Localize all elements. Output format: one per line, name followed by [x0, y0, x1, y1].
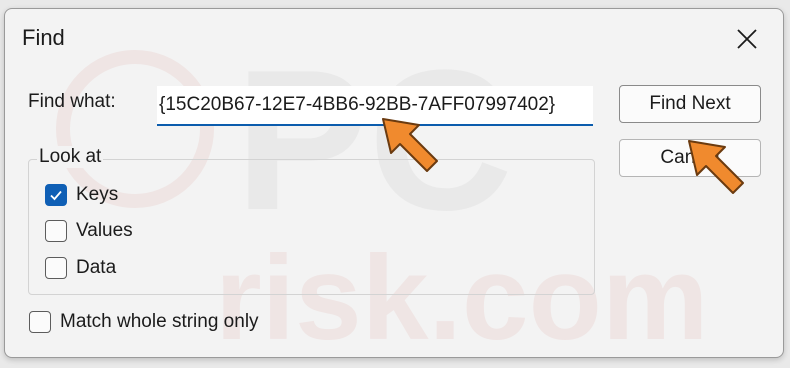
- values-checkbox[interactable]: [45, 220, 67, 242]
- find-what-label: Find what:: [28, 91, 116, 112]
- keys-checkbox[interactable]: [45, 184, 67, 206]
- find-next-button[interactable]: Find Next: [619, 85, 761, 123]
- values-checkbox-row[interactable]: Values: [45, 220, 133, 242]
- close-button[interactable]: [727, 19, 767, 59]
- look-at-label: Look at: [37, 146, 104, 168]
- match-whole-checkbox[interactable]: [29, 311, 51, 333]
- find-what-input[interactable]: [157, 86, 593, 126]
- close-icon: [737, 29, 757, 49]
- checkmark-icon: [50, 190, 62, 201]
- keys-checkbox-row[interactable]: Keys: [45, 184, 118, 206]
- keys-label: Keys: [76, 184, 119, 205]
- data-checkbox[interactable]: [45, 257, 67, 279]
- data-checkbox-row[interactable]: Data: [45, 257, 116, 279]
- values-label: Values: [76, 220, 133, 241]
- match-whole-checkbox-row[interactable]: Match whole string only: [29, 311, 259, 333]
- cancel-button[interactable]: Cancel: [619, 139, 761, 177]
- data-label: Data: [76, 257, 117, 278]
- dialog-title: Find: [22, 25, 65, 50]
- match-whole-label: Match whole string only: [60, 311, 259, 332]
- find-dialog: PC risk.com Find Find what: Find Next Ca…: [4, 8, 784, 358]
